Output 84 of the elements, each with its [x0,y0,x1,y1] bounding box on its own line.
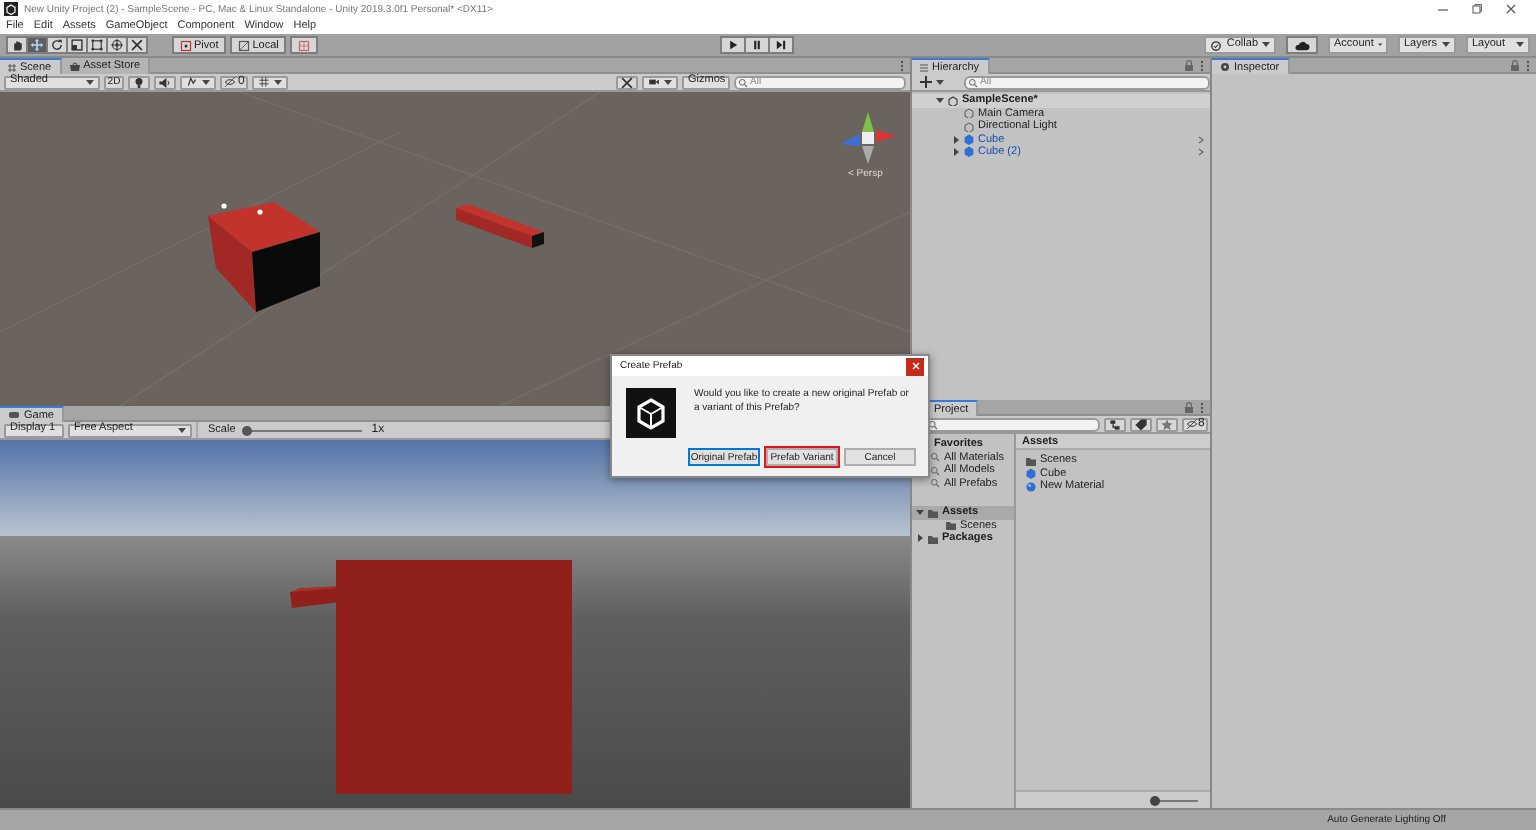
project-search-field[interactable] [924,417,1100,431]
label-filter-button[interactable] [1130,417,1152,431]
caret-icon [664,79,672,85]
rect-tool-icon [90,38,104,52]
grid-icon [8,63,16,71]
gamepad-icon [8,410,20,420]
play-icon [726,38,740,52]
hidden-eye-icon [1186,418,1198,430]
list-icon [920,63,928,71]
light-bulb-icon [132,75,146,89]
caret-icon [86,79,94,85]
scene-filter-button[interactable] [1104,417,1126,431]
check-circle-icon [1210,39,1223,51]
hand-tool-button[interactable] [6,36,28,54]
local-icon [238,39,251,51]
transform-tool-button[interactable] [106,36,128,54]
pivot-icon [180,39,192,51]
hand-icon [10,38,24,52]
pause-icon [750,38,764,52]
custom-tool-button[interactable] [126,36,148,54]
caret-icon [936,79,944,85]
slider-thumb[interactable] [242,425,253,435]
scene-gizmo-icon [840,112,896,164]
minimize-icon [1438,4,1448,14]
bag-icon [69,61,80,71]
transform-icon [110,38,124,52]
caret-icon [1442,42,1450,48]
bar-drawing [456,204,544,248]
lighting-button[interactable] [128,75,150,89]
camera-dropdown[interactable] [642,75,678,89]
search-icon [968,78,978,88]
cloud-button[interactable] [1286,36,1318,54]
cloud-icon [1294,38,1310,52]
play-button[interactable] [720,36,746,54]
crossed-tools-icon [620,75,634,89]
prefab-cube-icon [1026,467,1036,480]
rect-tool-button[interactable] [86,36,108,54]
effects-icon [186,76,198,88]
slider-thumb[interactable] [1149,795,1159,805]
cube-drawing [208,202,320,312]
hierarchy-icon [1108,417,1122,431]
grid-dropdown[interactable] [252,75,289,89]
grid-icon [258,76,271,88]
caret-icon [1262,42,1270,48]
caret-icon [202,79,210,85]
unity-scene-icon [948,95,958,106]
crossed-tools-icon [130,38,144,52]
effects-dropdown[interactable] [180,75,216,89]
caret-icon [1516,42,1524,48]
step-icon [774,38,788,52]
restore-icon [1472,4,1482,14]
bar-drawing [290,586,340,608]
sphere-icon [1026,481,1036,492]
create-dropdown[interactable] [916,75,948,89]
lock-icon [1510,59,1520,71]
light-marker-icon [221,203,263,215]
snap-button[interactable] [290,36,319,54]
lock-icon [1184,401,1194,413]
camera-icon [648,76,660,88]
speaker-icon [158,75,172,89]
tools-button[interactable] [616,75,638,89]
grid-snap-icon [298,39,311,51]
lock-icon [1184,59,1194,71]
search-icon [738,78,748,88]
scale-icon [70,38,84,52]
folder-icon [1026,455,1036,466]
rotate-icon [50,38,64,52]
search-icon [928,420,938,430]
step-button[interactable] [768,36,794,54]
close-button[interactable] [906,357,924,375]
plus-icon [920,76,932,88]
hidden-eye-icon [224,76,236,88]
pause-button[interactable] [744,36,770,54]
audio-button[interactable] [154,75,176,89]
scale-tool-button[interactable] [66,36,88,54]
unity-logo-icon [626,388,676,438]
star-icon [1160,417,1174,431]
rotate-tool-button[interactable] [46,36,68,54]
close-icon [911,362,919,370]
caret-icon [274,79,283,85]
close-icon [1506,4,1516,14]
move-icon [30,38,44,52]
move-tool-button[interactable] [26,36,48,54]
caret-icon [178,427,186,433]
